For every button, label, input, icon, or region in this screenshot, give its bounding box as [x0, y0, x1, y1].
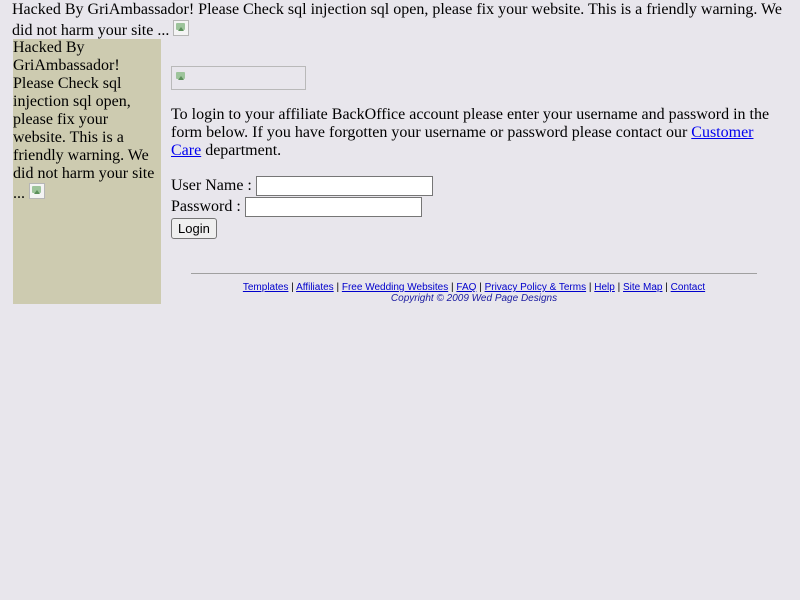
broken-image-icon — [174, 70, 190, 86]
username-row: User Name : — [171, 176, 433, 196]
broken-image-icon — [29, 183, 45, 199]
footer-link-free-wedding-websites[interactable]: Free Wedding Websites — [342, 282, 448, 293]
instructions-text-end: department. — [201, 142, 282, 159]
footer-link-contact[interactable]: Contact — [671, 282, 705, 293]
footer-link-privacy-policy[interactable]: Privacy Policy & Terms — [485, 282, 587, 293]
footer-divider — [191, 273, 757, 274]
password-input[interactable] — [244, 197, 422, 217]
footer-separator: | — [617, 282, 621, 293]
footer-link-site-map[interactable]: Site Map — [623, 282, 662, 293]
login-instructions: To login to your affiliate BackOffice ac… — [171, 106, 771, 160]
footer-link-faq[interactable]: FAQ — [456, 282, 476, 293]
footer-separator: | — [451, 282, 454, 293]
footer-separator: | — [588, 282, 592, 293]
sidebar-message-text: Hacked By GriAmbassador! Please Check sq… — [13, 39, 155, 202]
footer: Templates | Affiliates | Free Wedding We… — [191, 282, 757, 304]
footer-link-affiliates[interactable]: Affiliates — [296, 282, 334, 293]
footer-separator: | — [479, 282, 482, 293]
logo-image-placeholder — [171, 66, 306, 90]
password-label: Password : — [171, 198, 241, 215]
footer-link-templates[interactable]: Templates — [243, 282, 289, 293]
copyright-text: Copyright © 2009 Wed Page Designs — [390, 293, 558, 304]
login-button[interactable]: Login — [171, 218, 217, 239]
sidebar-message: Hacked By GriAmbassador! Please Check sq… — [13, 39, 159, 203]
left-sidebar: Hacked By GriAmbassador! Please Check sq… — [13, 39, 161, 304]
footer-link-help[interactable]: Help — [594, 282, 615, 293]
password-row: Password : — [171, 197, 422, 217]
footer-separator: | — [665, 282, 668, 293]
username-label: User Name : — [171, 177, 252, 194]
instructions-text: To login to your affiliate BackOffice ac… — [171, 106, 770, 141]
footer-links: Templates | Affiliates | Free Wedding We… — [191, 282, 757, 293]
hack-banner: Hacked By GriAmbassador! Please Check sq… — [12, 0, 792, 41]
broken-image-icon — [173, 20, 190, 36]
hack-banner-text: Hacked By GriAmbassador! Please Check sq… — [12, 1, 782, 39]
footer-separator: | — [336, 282, 340, 293]
username-input[interactable] — [255, 176, 433, 196]
footer-separator: | — [291, 282, 294, 293]
